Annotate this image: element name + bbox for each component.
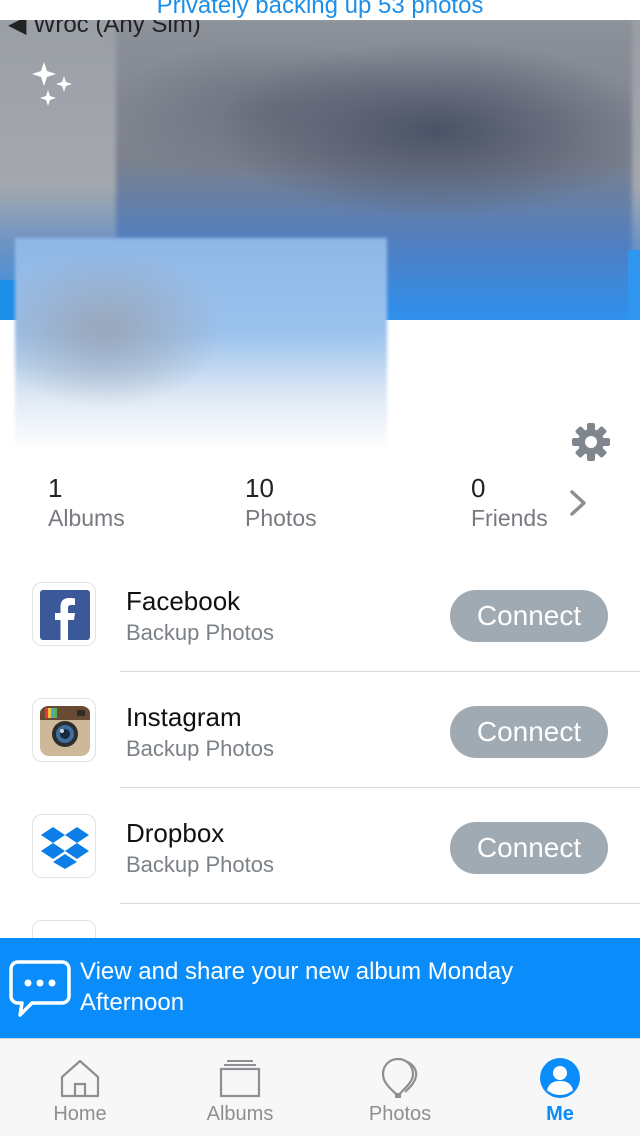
service-name: Dropbox xyxy=(126,818,225,848)
photos-icon xyxy=(381,1057,418,1098)
backup-banner-text: Privately backing up 53 photos xyxy=(156,0,484,19)
service-subtitle: Backup Photos xyxy=(126,620,274,645)
photos-label: Photos xyxy=(245,505,317,531)
tab-bar: Home Albums Photos Me xyxy=(0,1038,640,1136)
profile-stats: 1 Albums 10 Photos 0 Friends xyxy=(0,472,640,538)
facebook-icon xyxy=(32,582,96,646)
profile-avatar[interactable] xyxy=(15,238,387,450)
tab-albums[interactable]: Albums xyxy=(160,1039,320,1136)
dropbox-connect-button[interactable]: Connect xyxy=(450,822,608,874)
service-subtitle: Backup Photos xyxy=(126,736,274,761)
service-subtitle: Backup Photos xyxy=(126,852,274,877)
status-bar: ◀ Wroc (Any Sim) xyxy=(0,20,640,38)
tab-me[interactable]: Me xyxy=(480,1039,640,1136)
backup-banner[interactable]: Privately backing up 53 photos xyxy=(0,0,640,20)
albums-label: Albums xyxy=(48,505,125,531)
photos-count: 10 xyxy=(245,473,274,503)
album-notice-text: View and share your new album Monday Aft… xyxy=(80,958,514,1016)
tab-home[interactable]: Home xyxy=(0,1039,160,1136)
tab-photos[interactable]: Photos xyxy=(320,1039,480,1136)
albums-count: 1 xyxy=(48,473,63,503)
friends-label: Friends xyxy=(471,505,548,531)
me-icon xyxy=(540,1058,580,1098)
service-name: Instagram xyxy=(126,702,242,732)
friends-count: 0 xyxy=(471,473,486,503)
stat-friends[interactable]: 0 Friends xyxy=(471,472,548,532)
service-row-facebook: Facebook Backup Photos Connect xyxy=(0,556,640,672)
dropbox-icon xyxy=(32,814,96,878)
stat-albums[interactable]: 1 Albums xyxy=(48,472,125,532)
tab-label: Albums xyxy=(206,1103,274,1125)
service-row-instagram: Instagram Backup Photos Connect xyxy=(0,672,640,788)
tab-label: Me xyxy=(546,1103,574,1125)
tab-label: Home xyxy=(53,1103,107,1125)
connect-services-list: Facebook Backup Photos Connect Instagram xyxy=(0,556,640,960)
chevron-right-icon[interactable] xyxy=(566,488,590,518)
tab-label: Photos xyxy=(368,1103,432,1125)
instagram-connect-button[interactable]: Connect xyxy=(450,706,608,758)
chat-bubble-icon xyxy=(9,960,71,1017)
sparkle-icon[interactable] xyxy=(30,58,80,108)
service-row-dropbox: Dropbox Backup Photos Connect xyxy=(0,788,640,904)
home-icon xyxy=(60,1059,100,1098)
stat-photos[interactable]: 10 Photos xyxy=(245,472,317,532)
service-name: Facebook xyxy=(126,586,241,616)
status-back-link[interactable]: ◀ Wroc (Any Sim) xyxy=(8,20,201,38)
albums-icon xyxy=(219,1060,261,1098)
facebook-connect-button[interactable]: Connect xyxy=(450,590,608,642)
settings-gear-icon[interactable] xyxy=(570,421,612,463)
cover-accent-right xyxy=(628,250,640,320)
instagram-icon xyxy=(32,698,96,762)
